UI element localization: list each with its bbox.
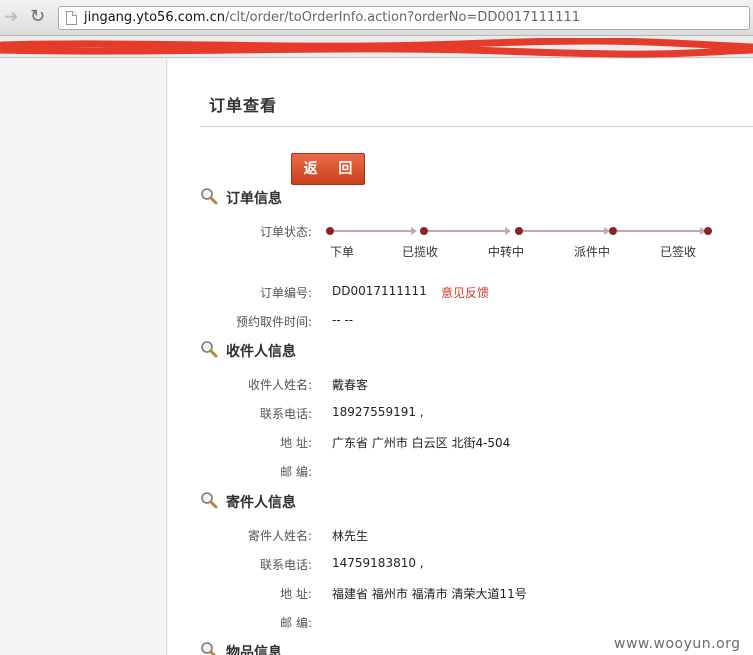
receiver-phone-value: 18927559191 , (332, 405, 424, 419)
magnifier-icon (201, 341, 218, 358)
sender-address-value: 福建省 福州市 福清市 清荣大道11号 (332, 587, 527, 601)
progress-dot (609, 227, 617, 235)
page-title: 订单查看 (209, 96, 278, 115)
progress-line (617, 230, 703, 232)
title-divider (200, 126, 753, 127)
reload-icon[interactable]: ↻ (30, 8, 45, 26)
pickup-time-label: 预约取件时间: (235, 315, 312, 329)
back-button[interactable]: 返 回 (291, 153, 365, 185)
sender-name-label: 寄件人姓名: (247, 529, 312, 543)
section-label: 收件人信息 (226, 344, 296, 360)
receiver-address-label: 地 址: (280, 436, 312, 450)
back-arrow-icon[interactable]: ➔ (4, 8, 18, 26)
status-step: 中转中 (488, 245, 525, 259)
feedback-link[interactable]: 意见反馈 (441, 284, 489, 301)
order-no-label: 订单编号: (259, 286, 312, 300)
progress-dot (704, 227, 712, 235)
url-text[interactable]: jingang.yto56.com.cn/clt/order/toOrderIn… (84, 10, 580, 26)
magnifier-icon (201, 188, 218, 205)
order-no-value: DD0017111111 (332, 284, 427, 298)
progress-arrow-icon (505, 227, 511, 235)
watermark: www.wooyun.org (614, 636, 741, 652)
redaction-scribble (0, 38, 753, 58)
receiver-phone-label: 联系电话: (259, 407, 312, 421)
receiver-name-label: 收件人姓名: (247, 378, 312, 392)
status-step: 下单 (330, 245, 355, 259)
status-label: 订单状态: (259, 225, 312, 239)
url-host: jingang.yto56.com.cn (84, 10, 226, 25)
sender-address-label: 地 址: (280, 587, 312, 601)
status-progress: 下单 已揽收 中转中 派件中 已签收 (326, 224, 718, 260)
receiver-postcode-label: 邮 编: (280, 465, 312, 479)
receiver-address-value: 广东省 广州市 白云区 北街4-504 (332, 436, 511, 450)
magnifier-icon (201, 492, 218, 509)
magnifier-icon (201, 642, 217, 655)
page-icon (66, 11, 77, 25)
left-blank-pane (0, 59, 167, 655)
status-step: 已揽收 (402, 245, 439, 259)
sender-phone-value: 14759183810 , (332, 556, 424, 570)
progress-line (523, 230, 607, 232)
progress-dot (515, 227, 523, 235)
status-step: 已签收 (660, 245, 697, 259)
pickup-time-value: -- -- (332, 313, 354, 327)
sender-postcode-label: 邮 编: (280, 616, 312, 630)
sender-phone-label: 联系电话: (259, 558, 312, 572)
receiver-name-value: 戴春客 (332, 378, 369, 392)
address-bar[interactable]: jingang.yto56.com.cn/clt/order/toOrderIn… (58, 6, 750, 30)
progress-line (428, 230, 508, 232)
sender-name-value: 林先生 (332, 529, 369, 543)
status-step: 派件中 (574, 245, 611, 259)
url-path: /clt/order/toOrderInfo.action?orderNo=DD… (225, 10, 581, 25)
progress-dot (326, 227, 334, 235)
progress-arrow-icon (411, 227, 417, 235)
section-label: 订单信息 (226, 191, 282, 207)
section-label: 物品信息 (226, 645, 282, 655)
section-label: 寄件人信息 (226, 495, 296, 511)
progress-dot (420, 227, 428, 235)
progress-line (334, 230, 414, 232)
browser-toolbar: ➔ ↻ jingang.yto56.com.cn/clt/order/toOrd… (0, 0, 753, 36)
